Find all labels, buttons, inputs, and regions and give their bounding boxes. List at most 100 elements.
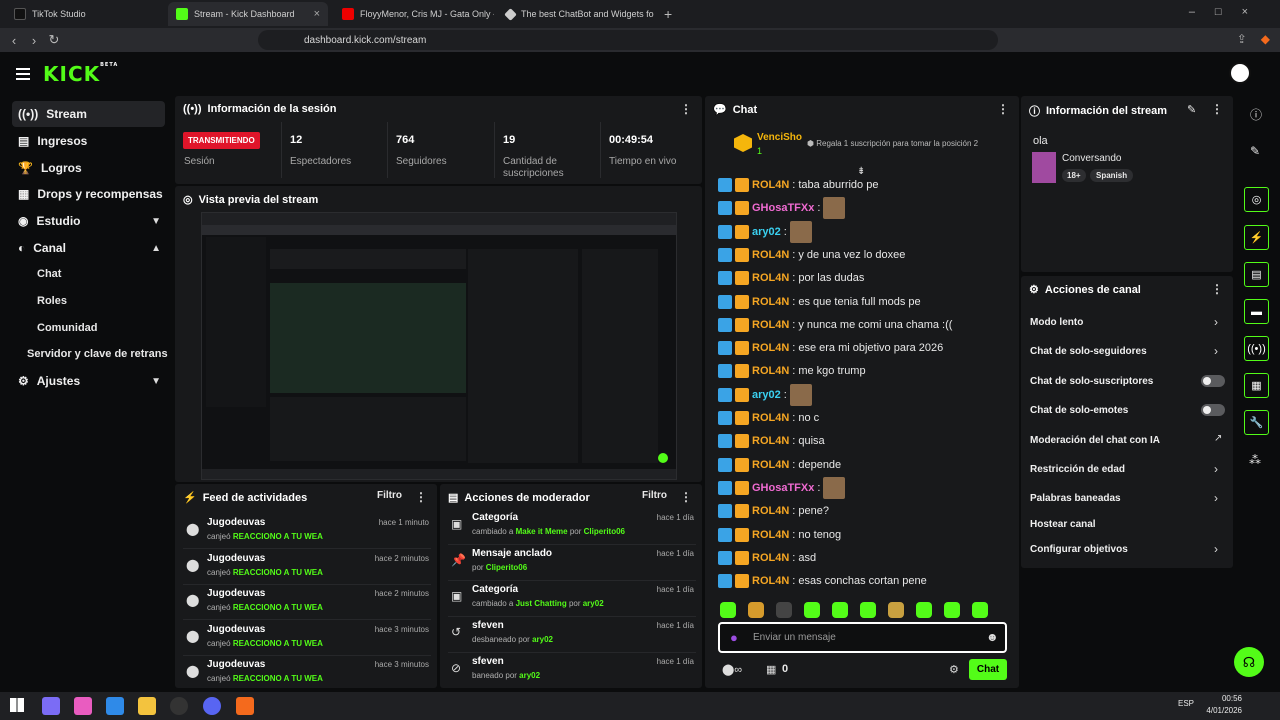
- mic-icon[interactable]: ●: [730, 630, 738, 645]
- share-icon[interactable]: ⇪: [1237, 32, 1247, 46]
- brave-icon[interactable]: [236, 697, 254, 715]
- filter-button[interactable]: Filtro: [642, 490, 667, 501]
- reload-icon[interactable]: ↻: [44, 32, 64, 48]
- close-tab-icon[interactable]: ×: [314, 8, 320, 20]
- chat-username[interactable]: GHosaTFXx: [752, 202, 814, 214]
- sidebar-item-logros[interactable]: 🏆 Logros: [12, 155, 165, 181]
- help-button[interactable]: ☊: [1234, 647, 1264, 677]
- emote-icon[interactable]: [832, 602, 848, 618]
- taskbar-app-icon[interactable]: [42, 697, 60, 715]
- emote-icon[interactable]: [720, 602, 736, 618]
- emote-icon[interactable]: [916, 602, 932, 618]
- more-options-icon[interactable]: ⋮: [680, 102, 692, 116]
- action-banned-words[interactable]: Palabras baneadas: [1030, 493, 1121, 504]
- action-slow-mode[interactable]: Modo lento: [1030, 317, 1083, 328]
- window-controls[interactable]: –□×: [1189, 6, 1268, 18]
- chat-username[interactable]: ary02: [752, 226, 781, 238]
- language-indicator[interactable]: ESP: [1178, 699, 1194, 708]
- chat-username[interactable]: ROL4N: [752, 435, 789, 447]
- emote-icon[interactable]: [888, 602, 904, 618]
- chat-username[interactable]: ROL4N: [752, 249, 789, 261]
- wrench-icon[interactable]: 🔧: [1244, 410, 1269, 435]
- emote-icon[interactable]: [748, 602, 764, 618]
- bolt-icon[interactable]: ⚡: [1244, 225, 1269, 250]
- store-icon[interactable]: ▦: [766, 663, 776, 676]
- chat-username[interactable]: ROL4N: [752, 365, 789, 377]
- chevron-right-icon[interactable]: ›: [1214, 542, 1218, 556]
- queue-icon[interactable]: ▦: [1244, 373, 1269, 398]
- tab-youtube[interactable]: FloyyMenor, Cris MJ - Gata Only - Yo: [334, 2, 494, 26]
- back-icon[interactable]: ‹: [4, 33, 24, 48]
- chat-username[interactable]: ROL4N: [752, 296, 789, 308]
- chat-username[interactable]: ROL4N: [752, 459, 789, 471]
- stream-preview-video[interactable]: [201, 212, 677, 480]
- sidebar-subitem-chat[interactable]: Chat: [37, 268, 61, 280]
- edit-icon[interactable]: ✎: [1250, 144, 1260, 158]
- folder-icon[interactable]: [138, 697, 156, 715]
- chat-username[interactable]: ROL4N: [752, 179, 789, 191]
- sidebar-item-canal[interactable]: ◐ Canal ▲: [12, 235, 165, 261]
- user-avatar[interactable]: [1229, 62, 1251, 84]
- chat-input[interactable]: ● Enviar un mensaje ☻: [718, 622, 1007, 653]
- action-followers-only[interactable]: Chat de solo-seguidores: [1030, 346, 1147, 357]
- chat-username[interactable]: ROL4N: [752, 342, 789, 354]
- sidebar-item-drops[interactable]: ▦ Drops y recompensas: [12, 181, 165, 207]
- chevron-right-icon[interactable]: ›: [1214, 344, 1218, 358]
- top-gifter-name[interactable]: VenciSho: [757, 132, 802, 143]
- emotes-only-toggle[interactable]: [1201, 404, 1225, 416]
- chat-username[interactable]: GHosaTFXx: [752, 482, 814, 494]
- action-age-restriction[interactable]: Restricción de edad: [1030, 464, 1125, 475]
- chat-username[interactable]: ROL4N: [752, 505, 789, 517]
- action-ai-moderation[interactable]: Moderación del chat con IA: [1030, 435, 1160, 446]
- category-name[interactable]: Conversando: [1062, 153, 1121, 164]
- kick-logo[interactable]: KICKBETA: [43, 62, 118, 86]
- sidebar-item-ingresos[interactable]: ▤ Ingresos: [12, 128, 165, 154]
- points-icon[interactable]: ⬤∞: [722, 663, 742, 676]
- chat-username[interactable]: ROL4N: [752, 319, 789, 331]
- tab-chatbot[interactable]: The best ChatBot and Widgets fo: [498, 2, 658, 26]
- camera-icon[interactable]: ◎: [1244, 187, 1269, 212]
- url-bar[interactable]: dashboard.kick.com/stream: [258, 30, 998, 50]
- document-icon[interactable]: ▤: [1244, 262, 1269, 287]
- chat-username[interactable]: ROL4N: [752, 575, 789, 587]
- gift-prompt[interactable]: ⬢ Regala 1 suscripción para tomar la pos…: [807, 139, 978, 148]
- sidebar-subitem-comunidad[interactable]: Comunidad: [37, 322, 98, 334]
- more-options-icon[interactable]: ⋮: [1211, 282, 1223, 296]
- emote-icon[interactable]: [972, 602, 988, 618]
- info-icon[interactable]: ⓘ: [1250, 106, 1262, 123]
- external-link-icon[interactable]: ↗: [1214, 433, 1222, 444]
- chat-username[interactable]: ROL4N: [752, 412, 789, 424]
- obs-icon[interactable]: [170, 697, 188, 715]
- chat-settings-icon[interactable]: ⚙: [949, 663, 959, 676]
- chevron-right-icon[interactable]: ›: [1214, 491, 1218, 505]
- more-options-icon[interactable]: ⋮: [1211, 102, 1223, 116]
- new-tab-button[interactable]: +: [664, 6, 672, 22]
- settings-cluster-icon[interactable]: ⁂: [1249, 453, 1261, 467]
- edit-icon[interactable]: ✎: [1187, 103, 1196, 116]
- emote-icon[interactable]: [776, 602, 792, 618]
- chat-username[interactable]: ary02: [752, 389, 781, 401]
- chevron-right-icon[interactable]: ›: [1214, 315, 1218, 329]
- forward-icon[interactable]: ›: [24, 33, 44, 48]
- sidebar-subitem-roles[interactable]: Roles: [37, 295, 67, 307]
- emoji-picker-icon[interactable]: ☻: [986, 630, 999, 644]
- sidebar-item-ajustes[interactable]: ⚙ Ajustes ▼: [12, 368, 165, 394]
- action-host-channel[interactable]: Hostear canal: [1030, 519, 1096, 530]
- windows-start-icon[interactable]: [10, 698, 24, 712]
- tab-tiktok-studio[interactable]: TikTok Studio: [6, 2, 166, 26]
- chat-username[interactable]: ROL4N: [752, 529, 789, 541]
- filter-button[interactable]: Filtro: [377, 490, 402, 501]
- discord-icon[interactable]: [203, 697, 221, 715]
- subscribers-only-toggle[interactable]: [1201, 375, 1225, 387]
- brave-shield-icon[interactable]: ◆: [1261, 32, 1270, 46]
- chat-username[interactable]: ROL4N: [752, 552, 789, 564]
- emote-icon[interactable]: [860, 602, 876, 618]
- menu-icon[interactable]: [16, 68, 30, 80]
- store-icon[interactable]: [106, 697, 124, 715]
- sidebar-item-stream[interactable]: ((•)) Stream: [12, 101, 165, 127]
- more-options-icon[interactable]: ⋮: [415, 490, 427, 504]
- action-configure-goals[interactable]: Configurar objetivos: [1030, 544, 1128, 555]
- chat-send-button[interactable]: Chat: [969, 659, 1007, 680]
- emote-icon[interactable]: [944, 602, 960, 618]
- copilot-icon[interactable]: [74, 697, 92, 715]
